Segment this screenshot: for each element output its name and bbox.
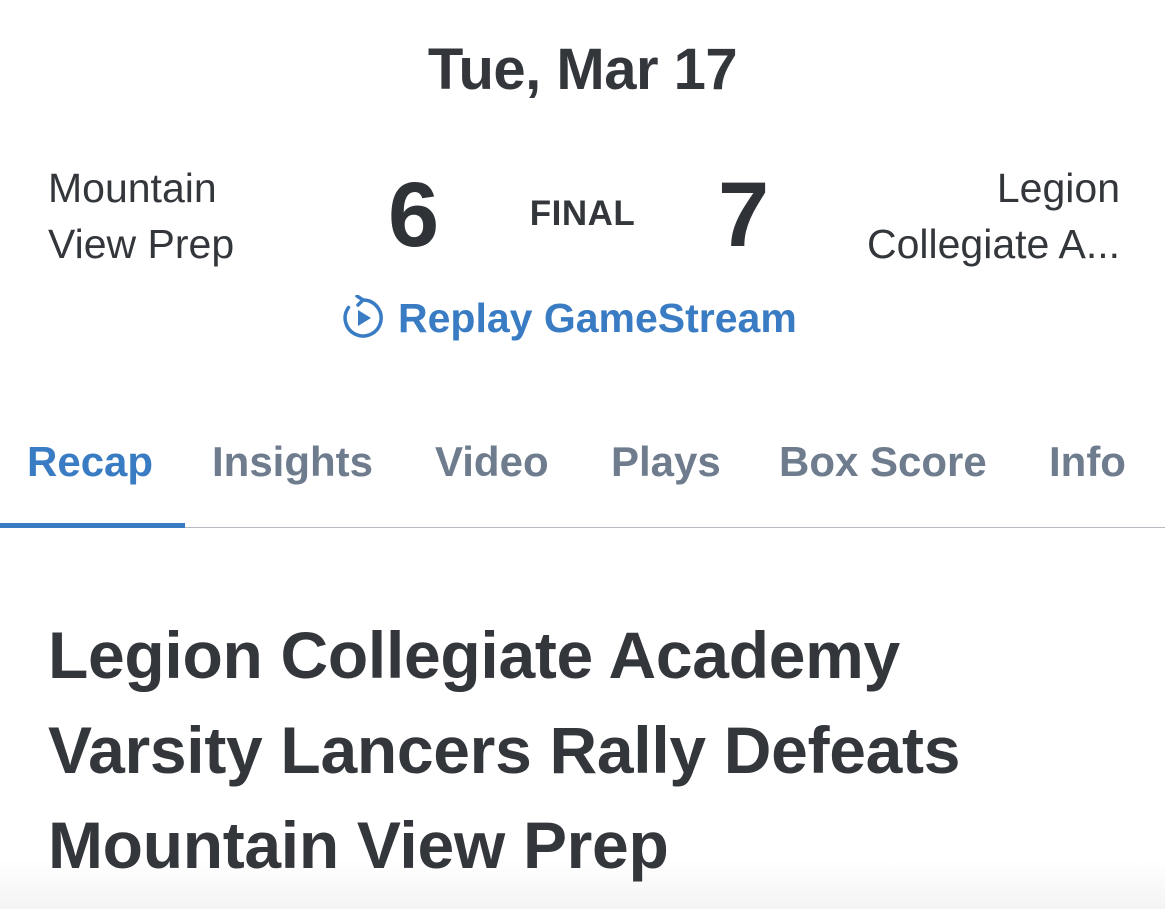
recap-headline-line3: Mountain View Prep [48, 808, 669, 882]
active-tab-indicator [0, 523, 185, 528]
away-team-name-line2: Collegiate A... [867, 221, 1120, 267]
tab-plays[interactable]: Plays [611, 438, 721, 486]
tab-recap[interactable]: Recap [27, 438, 153, 486]
recap-headline: Legion Collegiate Academy Varsity Lancer… [48, 608, 1128, 893]
replay-gamestream-button[interactable]: Replay GameStream [340, 292, 797, 344]
away-team-name[interactable]: Legion Collegiate A... [800, 160, 1120, 272]
replay-play-icon [340, 294, 386, 341]
tab-info[interactable]: Info [1049, 438, 1126, 486]
tab-video[interactable]: Video [435, 438, 549, 486]
tab-box-score[interactable]: Box Score [779, 438, 987, 486]
recap-headline-line1: Legion Collegiate Academy [48, 618, 900, 692]
replay-gamestream-label: Replay GameStream [398, 294, 797, 341]
away-team-score: 7 [718, 164, 770, 266]
game-date: Tue, Mar 17 [427, 37, 738, 102]
recap-headline-line2: Varsity Lancers Rally Defeats [48, 713, 961, 787]
game-recap-screen: Tue, Mar 17 Mountain View Prep 6 FINAL 7… [0, 0, 1165, 909]
tab-insights[interactable]: Insights [212, 438, 373, 486]
away-team-name-line1: Legion [996, 165, 1120, 211]
tab-bar: Recap Insights Video Plays Box Score Inf… [0, 430, 1165, 528]
